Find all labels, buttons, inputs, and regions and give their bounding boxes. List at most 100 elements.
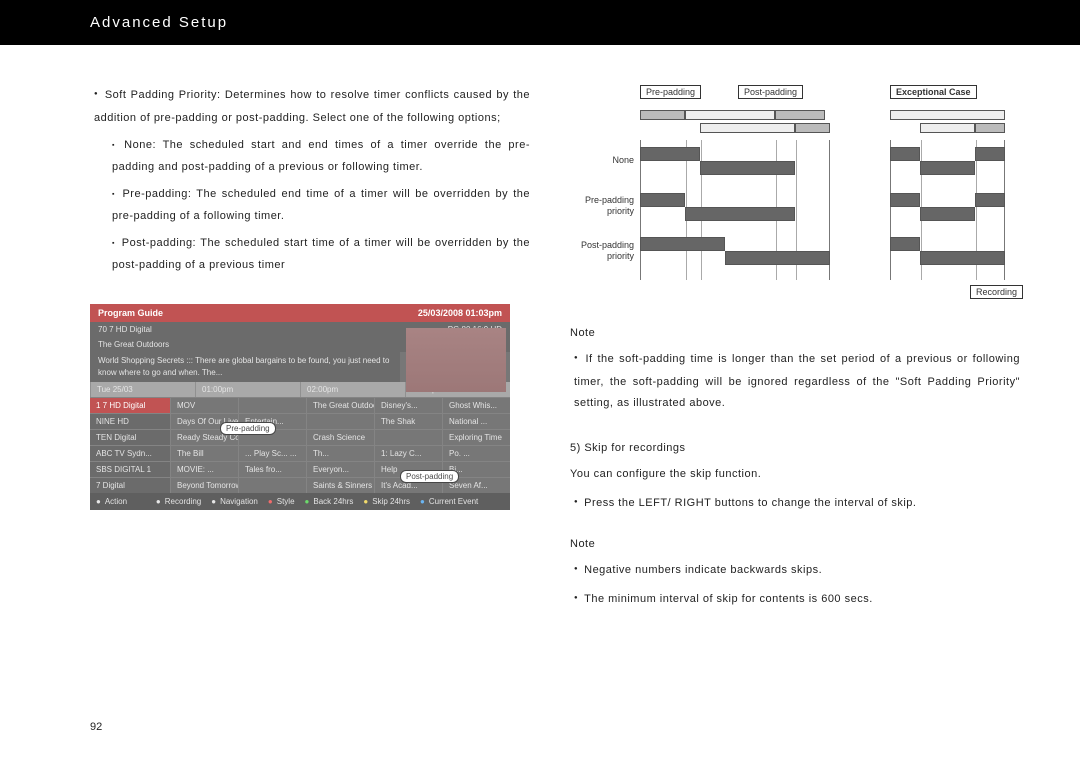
opt-post: Post-padding: The scheduled start time o… (90, 233, 530, 276)
epg-current: Current Event (420, 497, 478, 506)
epg-cell: Disney's... (374, 398, 442, 413)
callout-post-padding: Post-padding (400, 470, 459, 483)
epg-cell: Po. ... (442, 446, 510, 461)
epg-desc: World Shopping Secrets ::: There are glo… (90, 352, 400, 382)
epg-style: Style (268, 497, 295, 506)
note2-b1: Negative numbers indicate backwards skip… (570, 560, 1020, 583)
dg-top-exc2 (920, 123, 975, 133)
epg-cell: ... Play Sc... ... (238, 446, 306, 461)
epg-footer: Action Recording Navigation Style Back 2… (90, 493, 510, 510)
callout-pre-padding: Pre-padding (220, 422, 276, 435)
epg-cell: MOVIE: ... (170, 462, 238, 477)
dg-bar (640, 237, 725, 251)
epg-cell: Saints & Sinners (306, 478, 374, 493)
epg-cell: Everyon... (306, 462, 374, 477)
dg-bar (975, 147, 1005, 161)
dg-bar (640, 147, 700, 161)
epg-cell: The Great Outdoors (306, 398, 374, 413)
dg-top-seg (685, 110, 775, 120)
dg-bar (920, 207, 975, 221)
dg-row-pre: Pre-padding priority (574, 195, 634, 217)
epg-row: NINE HDDays Of Our LivesEntertain...The … (90, 413, 510, 429)
dg-top-seg2 (795, 123, 830, 133)
epg-title: Program Guide (98, 308, 163, 318)
epg-back24: Back 24hrs (305, 497, 354, 506)
epg-channel: 1 7 HD Digital (90, 398, 170, 413)
epg-channel: NINE HD (90, 414, 170, 429)
epg-row: 1 7 HD DigitalMOV The Great OutdoorsDisne… (90, 397, 510, 413)
epg-cell: Exploring Time (442, 430, 510, 445)
epg-channel: TEN Digital (90, 430, 170, 445)
dg-bar (890, 237, 920, 251)
epg-cell: Th... (306, 446, 374, 461)
dg-top-exc2 (975, 123, 1005, 133)
epg-row: TEN DigitalReady Steady CookCrash Scienc… (90, 429, 510, 445)
dg-bar (920, 161, 975, 175)
epg-cell (238, 478, 306, 493)
epg-cell: Crash Science (306, 430, 374, 445)
dg-row-none: None (574, 155, 634, 165)
epg-cell: National ... (442, 414, 510, 429)
note2-b2: The minimum interval of skip for content… (570, 589, 1020, 612)
epg-recording: Recording (156, 497, 201, 506)
dg-lbl-pre: Pre-padding (640, 85, 701, 99)
dg-row-post: Post-padding priority (574, 240, 634, 262)
dg-bar (725, 251, 830, 265)
sec5-head: 5) Skip for recordings (570, 442, 1020, 454)
dg-top-seg (640, 110, 685, 120)
page-header: Advanced Setup (0, 0, 1080, 45)
sec5-p1: You can configure the skip function. (570, 464, 1020, 485)
dg-top-exc (890, 110, 1005, 120)
dg-lbl-rec: Recording (970, 285, 1023, 299)
right-column: Pre-padding Post-padding Exceptional Cas… (570, 85, 1020, 612)
epg-screenshot: Program Guide 25/03/2008 01:03pm 70 7 HD… (90, 304, 510, 510)
padding-diagram: Pre-padding Post-padding Exceptional Cas… (570, 85, 1020, 305)
dg-lbl-exc: Exceptional Case (890, 85, 977, 99)
dg-bar (640, 193, 685, 207)
epg-header: Program Guide 25/03/2008 01:03pm (90, 304, 510, 322)
soft-padding-intro: Soft Padding Priority: Determines how to… (90, 85, 530, 129)
epg-cell: MOV (170, 398, 238, 413)
dg-lbl-post: Post-padding (738, 85, 803, 99)
epg-navigation: Navigation (211, 497, 258, 506)
opt-none: None: The scheduled start and end times … (90, 135, 530, 178)
epg-ch: 70 7 HD Digital (98, 325, 152, 334)
epg-time-1: 01:00pm (195, 382, 300, 397)
epg-cell: Beyond Tomorrow (170, 478, 238, 493)
epg-preview-image (406, 328, 506, 392)
dg-bar (975, 193, 1005, 207)
sec5-b1: Press the LEFT/ RIGHT buttons to change … (570, 493, 1020, 516)
opt-pre: Pre-padding: The scheduled end time of a… (90, 184, 530, 227)
note1-head: Note (570, 327, 1020, 339)
epg-cell: Tales fro... (238, 462, 306, 477)
page-title: Advanced Setup (90, 14, 228, 31)
epg-cell (306, 414, 374, 429)
epg-cell: The Shak (374, 414, 442, 429)
page-number: 92 (90, 721, 102, 733)
dg-bar (685, 207, 795, 221)
epg-cell (374, 430, 442, 445)
dg-bar (890, 193, 920, 207)
note2-head: Note (570, 538, 1020, 550)
epg-channel: SBS DIGITAL 1 (90, 462, 170, 477)
epg-row: ABC TV Sydn...The Bill... Play Sc... ...… (90, 445, 510, 461)
epg-time-0: Tue 25/03 (90, 382, 195, 397)
dg-top-seg2 (700, 123, 795, 133)
epg-cell (238, 398, 306, 413)
epg-show: The Great Outdoors (98, 340, 169, 349)
epg-time-2: 02:00pm (300, 382, 405, 397)
epg-datetime: 25/03/2008 01:03pm (418, 308, 502, 318)
epg-cell: The Bill (170, 446, 238, 461)
dg-top-seg (775, 110, 825, 120)
left-column: Soft Padding Priority: Determines how to… (90, 85, 530, 612)
dg-bar (700, 161, 795, 175)
epg-channel: 7 Digital (90, 478, 170, 493)
epg-cell: Ghost Whis... (442, 398, 510, 413)
dg-bar (920, 251, 1005, 265)
page-content: Soft Padding Priority: Determines how to… (0, 45, 1080, 612)
note1-text: If the soft-padding time is longer than … (570, 349, 1020, 414)
epg-action: Action (96, 497, 127, 506)
epg-cell: 1: Lazy C... (374, 446, 442, 461)
dg-bar (890, 147, 920, 161)
epg-skip24: Skip 24hrs (363, 497, 410, 506)
